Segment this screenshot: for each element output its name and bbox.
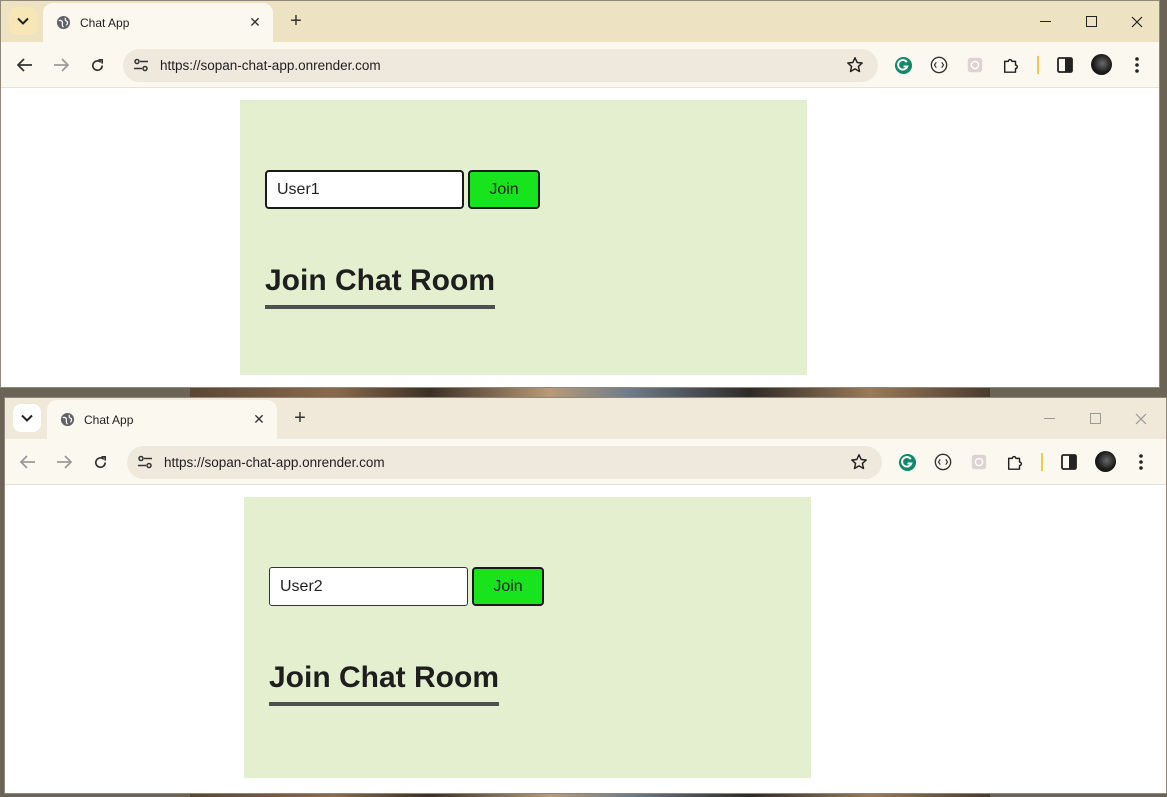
side-panel-icon[interactable] (1055, 55, 1075, 75)
browser-toolbar: https://sopan-chat-app.onrender.com (5, 439, 1166, 485)
page-viewport: Join Join Chat Room (5, 486, 1166, 793)
forward-button[interactable] (49, 53, 73, 77)
minimize-button[interactable] (1026, 398, 1072, 439)
back-button[interactable] (16, 450, 40, 474)
bookmark-star-icon[interactable] (850, 453, 868, 476)
profile-avatar[interactable] (1091, 54, 1112, 75)
join-panel: Join Join Chat Room (244, 497, 811, 778)
address-bar[interactable]: https://sopan-chat-app.onrender.com (123, 49, 878, 82)
address-bar[interactable]: https://sopan-chat-app.onrender.com (127, 446, 882, 479)
tab-chat-app[interactable]: Chat App ✕ (43, 3, 273, 42)
globe-icon (59, 412, 75, 428)
toolbar-divider (1037, 56, 1039, 74)
grammarly-icon[interactable] (897, 452, 917, 472)
url-text: https://sopan-chat-app.onrender.com (164, 455, 385, 470)
close-window-button[interactable] (1118, 398, 1164, 439)
maximize-button[interactable] (1068, 1, 1114, 42)
toolbar-divider (1041, 453, 1043, 471)
reload-button[interactable] (88, 450, 112, 474)
close-window-button[interactable] (1114, 1, 1159, 42)
side-panel-icon[interactable] (1059, 452, 1079, 472)
extension-icon[interactable] (969, 452, 989, 472)
code-extension-icon[interactable] (933, 452, 953, 472)
forward-button[interactable] (52, 450, 76, 474)
tab-search-icon[interactable] (13, 404, 41, 432)
puzzle-icon[interactable] (1001, 55, 1021, 75)
browser-window-1: Chat App ✕ + https://sopan-chat-app.onre… (0, 0, 1160, 388)
username-input[interactable] (265, 170, 464, 209)
code-extension-icon[interactable] (929, 55, 949, 75)
bookmark-star-icon[interactable] (846, 56, 864, 79)
more-menu-icon[interactable] (1127, 55, 1147, 75)
join-button[interactable]: Join (468, 170, 540, 209)
browser-window-2: Chat App ✕ + https://sopan-chat-app.onre… (4, 397, 1167, 794)
puzzle-icon[interactable] (1005, 452, 1025, 472)
tab-title: Chat App (80, 15, 130, 30)
new-tab-button[interactable]: + (288, 406, 312, 430)
site-settings-icon[interactable] (137, 454, 153, 475)
url-text: https://sopan-chat-app.onrender.com (160, 58, 381, 73)
close-tab-icon[interactable]: ✕ (247, 14, 263, 31)
tab-strip: Chat App ✕ + (5, 398, 1166, 439)
tab-search-icon[interactable] (9, 7, 37, 35)
grammarly-icon[interactable] (893, 55, 913, 75)
page-heading: Join Chat Room (269, 660, 499, 706)
profile-avatar[interactable] (1095, 451, 1116, 472)
globe-icon (55, 15, 71, 31)
close-tab-icon[interactable]: ✕ (251, 411, 267, 428)
minimize-button[interactable] (1022, 1, 1068, 42)
maximize-button[interactable] (1072, 398, 1118, 439)
tab-title: Chat App (84, 412, 134, 427)
join-button[interactable]: Join (472, 567, 544, 606)
reload-button[interactable] (85, 53, 109, 77)
username-input[interactable] (269, 567, 468, 606)
page-heading: Join Chat Room (265, 263, 495, 309)
tab-chat-app[interactable]: Chat App ✕ (47, 400, 277, 439)
join-panel: Join Join Chat Room (240, 100, 807, 375)
site-settings-icon[interactable] (133, 57, 149, 78)
page-viewport: Join Join Chat Room (1, 89, 1159, 387)
new-tab-button[interactable]: + (284, 9, 308, 33)
extension-icon[interactable] (965, 55, 985, 75)
browser-toolbar: https://sopan-chat-app.onrender.com (1, 42, 1159, 88)
tab-strip: Chat App ✕ + (1, 1, 1159, 42)
back-button[interactable] (13, 53, 37, 77)
more-menu-icon[interactable] (1131, 452, 1151, 472)
